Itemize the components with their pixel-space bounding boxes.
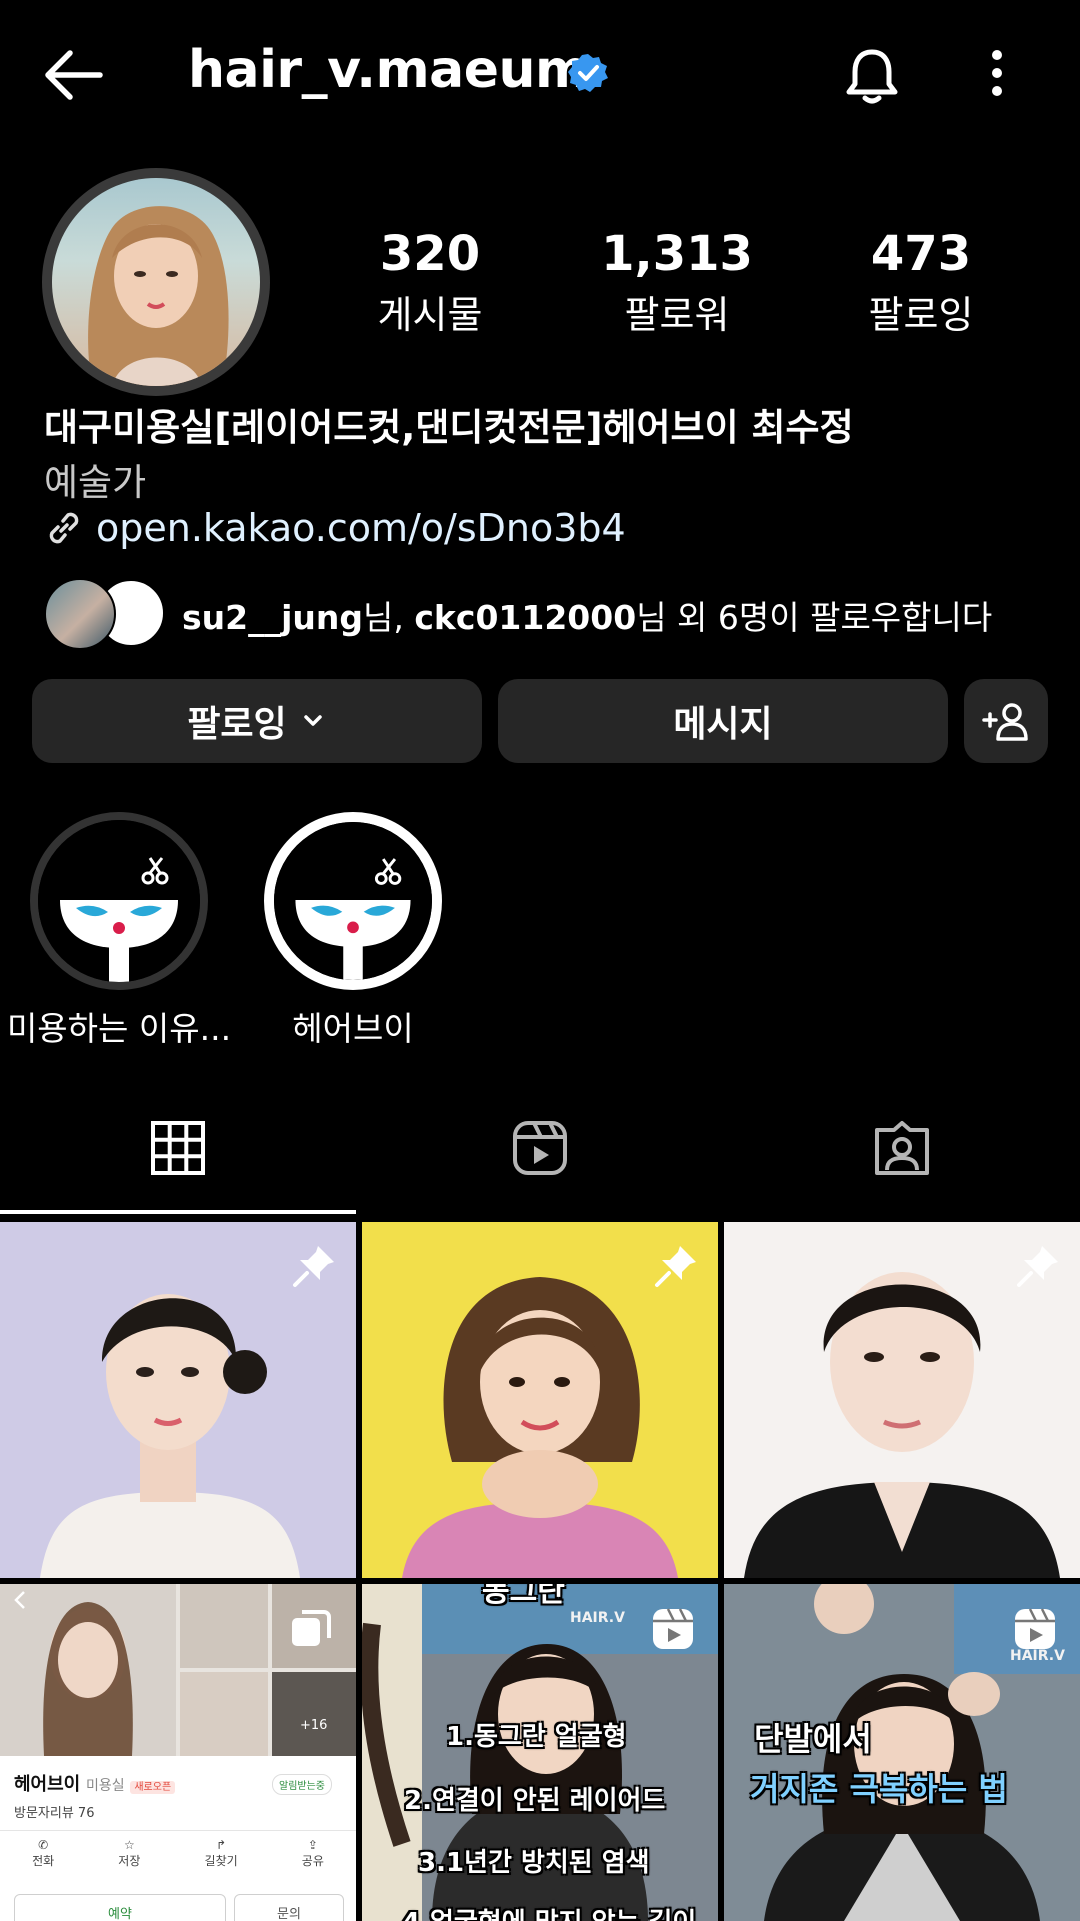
place-inquiry-button: 문의 xyxy=(234,1894,344,1921)
post-5-line-4: 4.얼굴형에 맞지 않는 길이 xyxy=(402,1902,696,1921)
verified-badge-icon xyxy=(568,54,608,92)
reel-icon xyxy=(1015,1608,1055,1649)
place-reserve-button: 예약 xyxy=(14,1894,226,1921)
tab-tagged[interactable] xyxy=(872,1118,932,1178)
highlight-1[interactable] xyxy=(30,812,208,990)
profile-username: hair_v.maeum xyxy=(188,40,589,100)
highlight-1-label: 미용하는 이유... xyxy=(6,1009,232,1048)
suggest-users-button[interactable] xyxy=(964,679,1048,763)
highlight-1-ring xyxy=(30,812,208,990)
highlight-2-label: 헤어브이 xyxy=(292,1009,414,1048)
grid-icon xyxy=(151,1121,205,1175)
followers-label: 팔로워 xyxy=(624,293,730,337)
posts-count: 320 xyxy=(379,226,481,282)
following-button[interactable]: 팔로잉 xyxy=(32,679,482,763)
pinned-icon xyxy=(293,1246,334,1287)
bio-category: 예술가 xyxy=(44,461,147,504)
post-thumbnail-2[interactable] xyxy=(362,1222,718,1578)
visitor-reviews: 방문자리뷰 76 xyxy=(14,1806,95,1821)
pinned-icon xyxy=(655,1246,696,1287)
highlight-2[interactable] xyxy=(264,812,442,990)
place-action-share: ⇪ 공유 xyxy=(301,1838,324,1868)
back-arrow-icon xyxy=(45,50,103,100)
tab-posts-grid[interactable] xyxy=(148,1118,208,1178)
more-options-button[interactable] xyxy=(982,46,1012,106)
post-thumbnail-5[interactable]: 동그란 HAIR.V 1.동그란 얼굴형 2.연결이 안된 레이어드 3.1년간… xyxy=(362,1584,718,1921)
message-button-label: 메시지 xyxy=(673,704,773,745)
highlight-2-cover xyxy=(274,822,432,980)
place-action-call: ✆ 전화 xyxy=(32,1838,55,1868)
mutual-followers-text[interactable]: su2__jung님, ckc0112000님 외 6명이 팔로우합니다 xyxy=(182,591,992,639)
stat-following[interactable]: 473 팔로잉 xyxy=(821,226,1021,339)
back-button[interactable] xyxy=(40,48,106,102)
post-thumbnail-3[interactable] xyxy=(724,1222,1080,1578)
notifications-button[interactable] xyxy=(842,46,902,106)
add-person-icon xyxy=(982,703,1028,741)
tab-reels[interactable] xyxy=(510,1118,570,1178)
followers-count: 1,313 xyxy=(601,226,753,282)
notify-pill: 알림받는중 xyxy=(272,1774,332,1795)
photo-count-badge: +16 xyxy=(300,1718,328,1733)
post-thumbnail-1[interactable] xyxy=(0,1222,356,1578)
carousel-icon xyxy=(292,1610,331,1646)
post-6-line-1: 단발에서 xyxy=(754,1720,872,1758)
stat-followers[interactable]: 1,313 팔로워 xyxy=(577,226,777,339)
highlight-1-cover xyxy=(38,820,200,982)
bell-icon xyxy=(846,49,898,104)
following-count: 473 xyxy=(870,226,972,282)
post-6-line-2: 거지존 극복하는 법 xyxy=(750,1770,1008,1808)
stat-posts[interactable]: 320 게시물 xyxy=(330,226,530,339)
post-5-top-text: 동그란 xyxy=(482,1584,565,1609)
active-tab-indicator xyxy=(0,1210,356,1214)
place-actions: ✆ 전화 ☆ 저장 ↱ 길찾기 ⇪ 공유 xyxy=(0,1838,356,1869)
profile-avatar[interactable] xyxy=(52,178,260,386)
post-5-line-1: 1.동그란 얼굴형 xyxy=(446,1722,627,1752)
post-5-watermark: HAIR.V xyxy=(570,1610,625,1626)
message-button[interactable]: 메시지 xyxy=(498,679,948,763)
post-5-line-2: 2.연결이 안된 레이어드 xyxy=(404,1786,666,1816)
mutual-follower-avatar-1[interactable] xyxy=(44,578,116,650)
post-thumbnail-6[interactable]: HAIR.V 단발에서 거지존 극복하는 법 xyxy=(724,1584,1080,1921)
tagged-person-icon xyxy=(875,1121,929,1175)
more-vertical-icon xyxy=(992,50,1002,96)
posts-label: 게시물 xyxy=(377,293,483,337)
pinned-icon xyxy=(1017,1246,1058,1287)
chevron-down-icon xyxy=(303,715,322,726)
place-card-title: 헤어브이 미용실 새로오픈 xyxy=(14,1770,176,1796)
bio-display-name: 대구미용실[레이어드컷,댄디컷전문]헤어브이 최수정 xyxy=(44,406,854,449)
post-5-line-3: 3.1년간 방치된 염색 xyxy=(418,1848,650,1878)
mutual-user-2[interactable]: ckc0112000 xyxy=(414,598,636,637)
place-action-save: ☆ 저장 xyxy=(118,1838,141,1868)
reels-icon xyxy=(513,1121,567,1175)
following-label: 팔로잉 xyxy=(868,293,974,337)
bio-link[interactable]: open.kakao.com/o/sDno3b4 xyxy=(96,506,626,550)
highlight-2-ring xyxy=(264,812,442,990)
post-thumbnail-4[interactable]: +16 헤어브이 미용실 새로오픈 알림받는중 방문자리뷰 76 ✆ 전화 ☆ 저장… xyxy=(0,1584,356,1921)
reel-icon xyxy=(653,1608,693,1649)
mutual-user-1[interactable]: su2__jung xyxy=(182,598,363,637)
place-action-directions: ↱ 길찾기 xyxy=(204,1838,238,1868)
following-button-label: 팔로잉 xyxy=(187,704,287,745)
link-icon xyxy=(49,512,79,544)
